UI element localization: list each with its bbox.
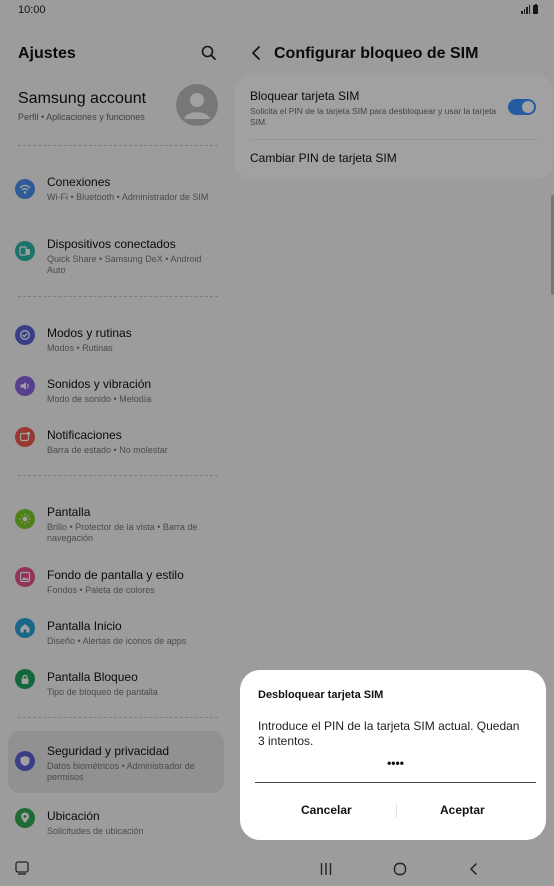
pin-input-underline bbox=[255, 782, 536, 783]
dialog-message: Introduce el PIN de la tarjeta SIM actua… bbox=[258, 719, 520, 748]
recents-icon[interactable] bbox=[318, 861, 334, 877]
cancel-button[interactable]: Cancelar bbox=[301, 803, 352, 817]
pin-input[interactable]: •••• bbox=[255, 756, 536, 770]
navigation-bar bbox=[0, 852, 554, 886]
dialog-title: Desbloquear tarjeta SIM bbox=[258, 689, 384, 701]
back-nav-icon[interactable] bbox=[466, 861, 482, 877]
accept-button[interactable]: Aceptar bbox=[440, 803, 485, 817]
unlock-sim-dialog: Desbloquear tarjeta SIM Introduce el PIN… bbox=[240, 670, 546, 840]
home-button-icon[interactable] bbox=[392, 861, 408, 877]
button-divider bbox=[396, 804, 397, 818]
taskbar-icon[interactable] bbox=[14, 860, 30, 876]
